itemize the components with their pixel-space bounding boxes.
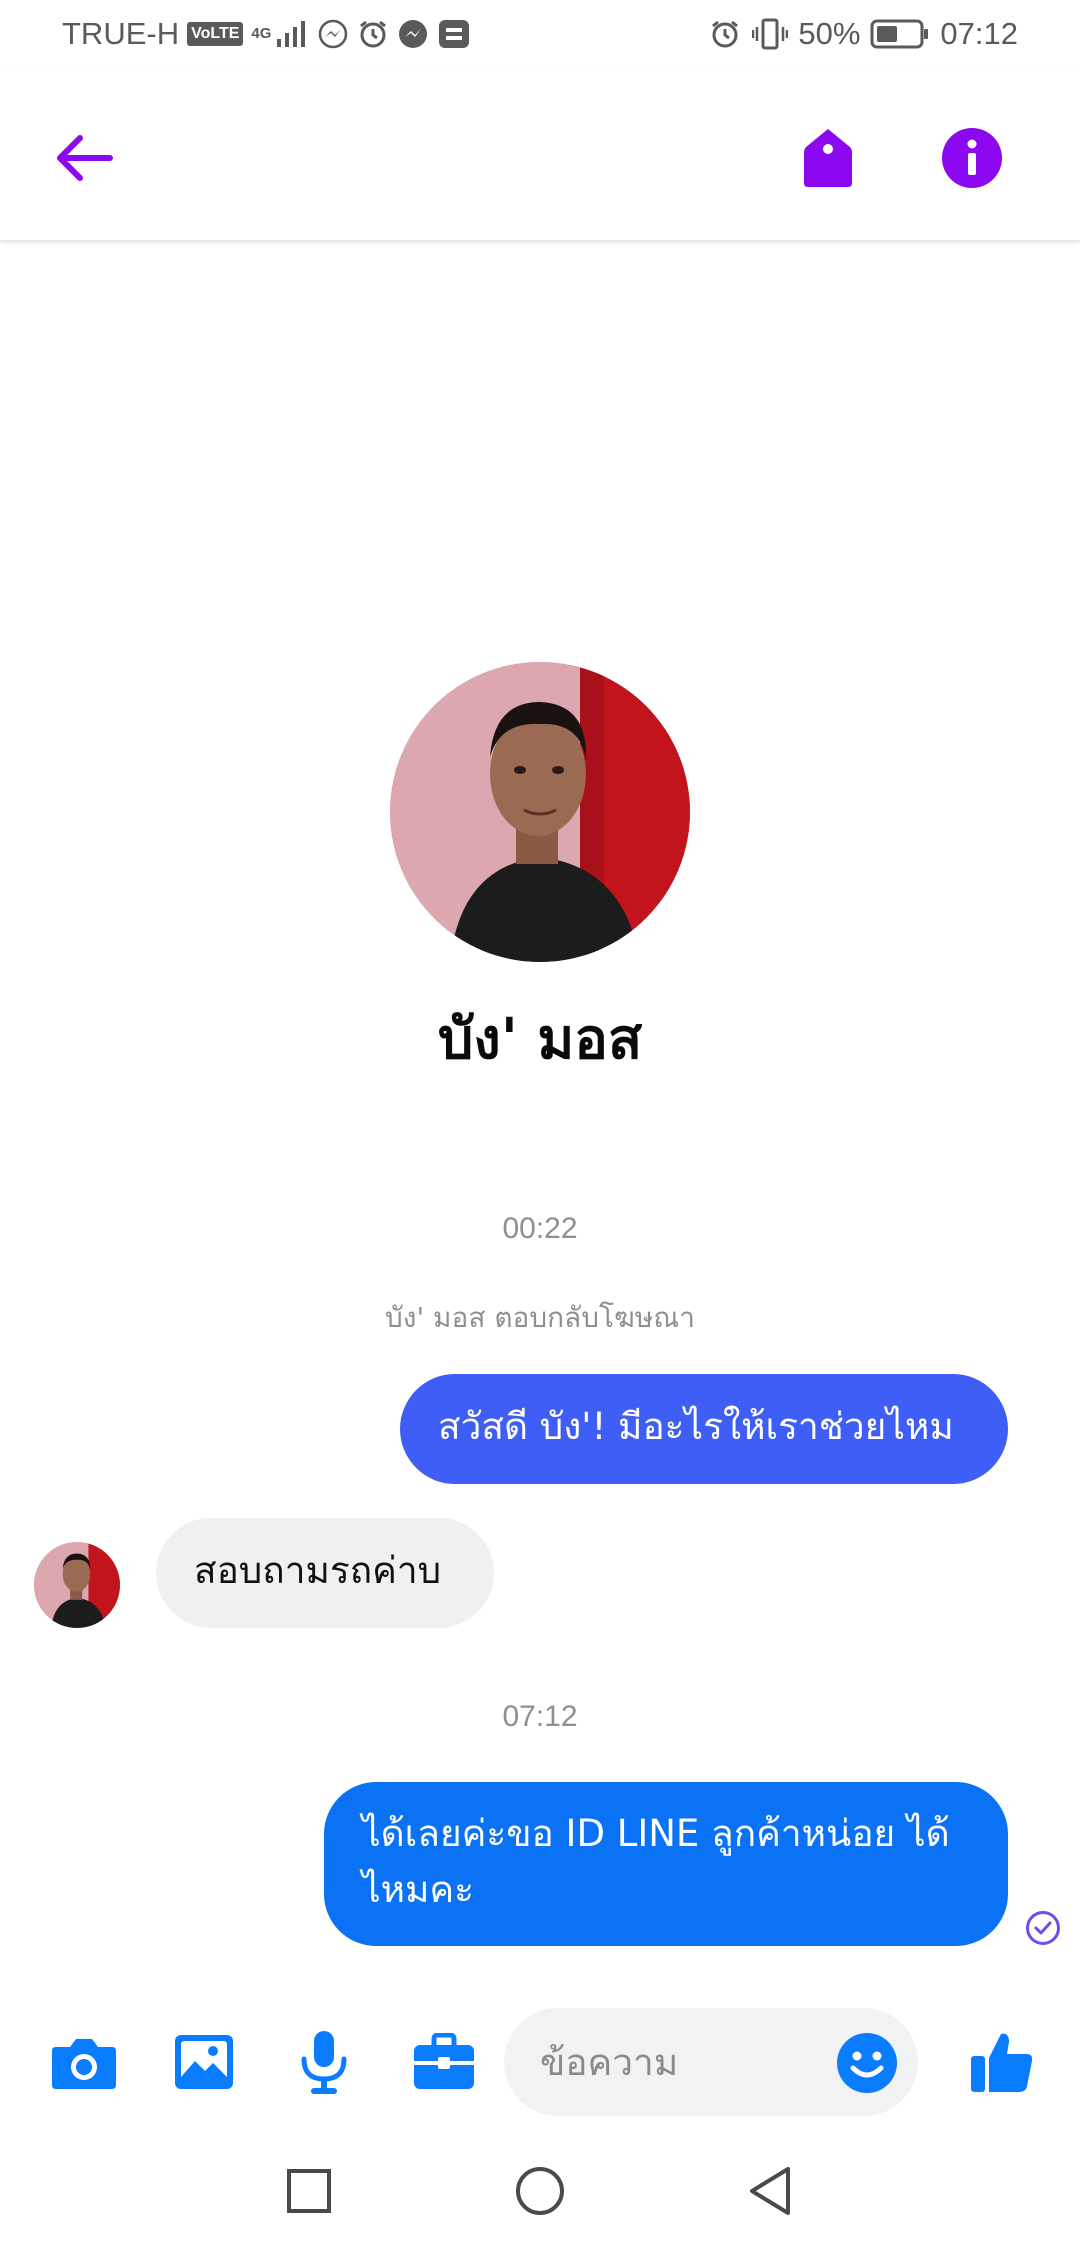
voice-record-button[interactable] [286, 2024, 362, 2100]
carrier-name: TRUE-H [62, 16, 180, 51]
conversation-info-button[interactable] [936, 118, 1008, 198]
status-bar-right: 50% 07:12 [708, 16, 1018, 52]
camera-button[interactable] [46, 2024, 122, 2100]
battery-percent: 50% [798, 16, 861, 51]
network-type: 4G [251, 25, 272, 42]
business-tools-button[interactable] [406, 2024, 482, 2100]
profile-photo [390, 662, 690, 962]
system-navigation-bar [0, 2130, 1080, 2244]
back-button[interactable] [48, 122, 120, 194]
arrow-left-icon [57, 135, 113, 181]
ad-reply-notice: บัง' มอส ตอบกลับโฆษณา [385, 1301, 695, 1334]
messenger-notification-icon-2 [397, 18, 429, 50]
gallery-button[interactable] [166, 2024, 242, 2100]
microphone-icon [301, 2031, 347, 2094]
briefcase-icon [414, 2033, 474, 2089]
message-composer: ข้อความ [0, 2000, 1080, 2120]
app-notification-icon [437, 18, 471, 50]
message-timestamp: 00:22 [502, 1212, 578, 1245]
info-icon [942, 128, 1002, 188]
alarm-notification-icon [357, 18, 389, 50]
thumbs-up-icon [971, 2033, 1033, 2092]
outgoing-message[interactable]: สวัสดี บัง'! มีอะไรให้เราช่วยไหม [400, 1374, 1008, 1484]
emoji-button[interactable] [836, 2032, 898, 2094]
recents-button[interactable] [274, 2156, 344, 2226]
home-button[interactable] [505, 2156, 575, 2226]
messenger-notification-icon [317, 18, 349, 50]
status-bar-left: TRUE-H VoLTE 4G [62, 16, 471, 52]
triangle-back-icon [750, 2167, 790, 2215]
square-icon [287, 2169, 331, 2213]
smiley-icon [837, 2033, 897, 2093]
clock: 07:12 [940, 16, 1018, 51]
outgoing-message-2[interactable]: ได้เลยค่ะขอ ID LINE ลูกค้าหน่อย ได้ไหมคะ [324, 1782, 1008, 1946]
conversation-header [0, 72, 1080, 241]
incoming-message[interactable]: สอบถามรถค่าบ [156, 1518, 494, 1628]
like-button[interactable] [964, 2024, 1040, 2100]
contact-avatar[interactable] [390, 662, 690, 962]
battery-icon [870, 17, 930, 51]
nav-back-button[interactable] [734, 2156, 804, 2226]
contact-name: บัง' มอส [437, 1007, 643, 1072]
status-bar: TRUE-H VoLTE 4G 50% 07:12 [0, 0, 1080, 72]
contact-avatar-small[interactable] [34, 1542, 120, 1628]
message-input[interactable]: ข้อความ [504, 2008, 918, 2116]
image-icon [175, 2035, 233, 2089]
volte-badge: VoLTE [187, 22, 244, 46]
tag-icon [804, 129, 852, 187]
camera-icon [52, 2039, 116, 2089]
message-timestamp-2: 07:12 [502, 1700, 578, 1733]
signal-icon [275, 19, 309, 49]
message-input-placeholder: ข้อความ [540, 2040, 679, 2084]
circle-icon [516, 2167, 564, 2215]
vibrate-icon [752, 17, 789, 51]
profile-photo-small [34, 1542, 120, 1628]
label-tag-button[interactable] [792, 118, 864, 198]
seen-check-icon [1025, 1910, 1061, 1946]
alarm-icon [708, 17, 742, 51]
